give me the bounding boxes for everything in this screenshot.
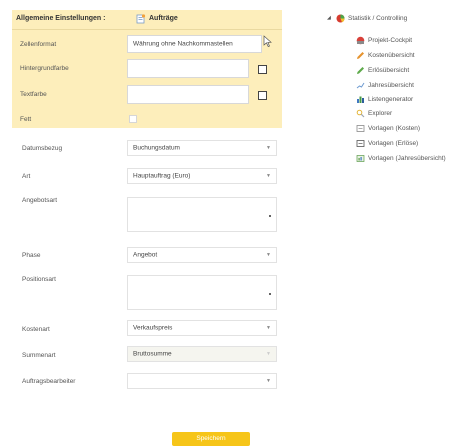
zellenformat-value: Währung ohne Nachkommastellen: [133, 40, 233, 48]
art-value: Hauptauftrag (Euro): [133, 172, 191, 180]
fett-checkbox[interactable]: [129, 115, 137, 123]
phase-value: Angebot: [133, 251, 158, 259]
kostenart-select[interactable]: Verkaufspreis ▼: [127, 320, 277, 336]
textfarbe-checkbox[interactable]: [258, 91, 267, 100]
textfarbe-label: Textfarbe: [20, 91, 47, 98]
tree-root-statistik[interactable]: Statistik / Controlling: [348, 15, 407, 22]
line-chart-icon: [356, 82, 365, 89]
chevron-down-icon: ▼: [266, 145, 271, 151]
zellenformat-label: Zellenformat: [20, 41, 57, 48]
tree-item-projekt-cockpit[interactable]: Projekt-Cockpit: [368, 37, 412, 44]
textfarbe-input[interactable]: [127, 85, 249, 104]
datumsbezug-select[interactable]: Buchungsdatum ▼: [127, 140, 277, 156]
save-button-label: Speichern: [196, 435, 226, 442]
art-select[interactable]: Hauptauftrag (Euro) ▼: [127, 168, 277, 184]
tree-item-erloesuebersicht[interactable]: Erlösübersicht: [368, 67, 409, 74]
hintergrundfarbe-checkbox[interactable]: [258, 65, 267, 74]
chevron-down-icon: ▼: [266, 378, 271, 384]
hintergrundfarbe-input[interactable]: [127, 59, 249, 78]
pencil-orange-icon: [357, 52, 364, 59]
dropdown-indicator-icon: [269, 214, 271, 217]
art-label: Art: [22, 173, 31, 180]
summenart-value: Bruttosumme: [133, 350, 172, 358]
auftragsbearbeiter-label: Auftragsbearbeiter: [22, 378, 76, 385]
chevron-down-icon: ▼: [266, 173, 271, 179]
tree-item-explorer[interactable]: Explorer: [368, 110, 392, 117]
fett-label: Fett: [20, 116, 32, 123]
save-button[interactable]: Speichern: [172, 432, 250, 446]
pencil-green-icon: [357, 67, 364, 74]
tree-item-listengenerator[interactable]: Listengenerator: [368, 96, 413, 103]
positionsart-label: Positionsart: [22, 276, 56, 283]
hintergrundfarbe-label: Hintergrundfarbe: [20, 65, 69, 72]
phase-select[interactable]: Angebot ▼: [127, 247, 277, 263]
kostenart-label: Kostenart: [22, 326, 50, 333]
chevron-down-icon: ▼: [266, 325, 271, 331]
mouse-cursor-icon: [263, 35, 272, 47]
cockpit-icon: [356, 36, 365, 45]
summenart-select: Bruttosumme ▼: [127, 346, 277, 362]
phase-label: Phase: [22, 252, 41, 259]
dropdown-indicator-icon: [269, 292, 271, 295]
angebotsart-label: Angebotsart: [22, 197, 58, 204]
template-icon: [356, 140, 365, 147]
chevron-down-icon: ▼: [266, 351, 271, 357]
settings-header: Allgemeine Einstellungen : Aufträge: [12, 10, 282, 30]
tab-auftraege[interactable]: Aufträge: [149, 15, 178, 22]
tree-item-vorlagen-jahresuebersicht[interactable]: Vorlagen (Jahresübersicht): [368, 155, 446, 162]
zellenformat-select[interactable]: Währung ohne Nachkommastellen: [127, 35, 262, 53]
explorer-icon: [356, 109, 365, 118]
datumsbezug-value: Buchungsdatum: [133, 144, 180, 152]
chevron-down-icon: ▼: [266, 252, 271, 258]
summenart-label: Summenart: [22, 352, 56, 359]
template-chart-icon: [356, 155, 365, 162]
kostenart-value: Verkaufspreis: [133, 324, 173, 332]
format-settings-panel: Allgemeine Einstellungen : Aufträge Zell…: [12, 10, 282, 128]
collapse-triangle-icon[interactable]: ◢: [327, 15, 331, 21]
tree-item-vorlagen-erloese[interactable]: Vorlagen (Erlöse): [368, 140, 418, 147]
tree-item-jahresuebersicht[interactable]: Jahresübersicht: [368, 82, 414, 89]
auftragsbearbeiter-select[interactable]: ▼: [127, 373, 277, 389]
template-icon: [356, 125, 365, 132]
positionsart-multiselect[interactable]: [127, 275, 277, 310]
tree-item-kostenuebersicht[interactable]: Kostenübersicht: [368, 52, 415, 59]
datumsbezug-label: Datumsbezug: [22, 145, 63, 152]
settings-title: Allgemeine Einstellungen :: [16, 15, 106, 22]
orders-icon: [136, 14, 146, 24]
tree-item-vorlagen-kosten[interactable]: Vorlagen (Kosten): [368, 125, 420, 132]
bar-chart-icon: [357, 96, 364, 103]
statistics-pie-icon: [336, 14, 345, 23]
angebotsart-multiselect[interactable]: [127, 197, 277, 232]
